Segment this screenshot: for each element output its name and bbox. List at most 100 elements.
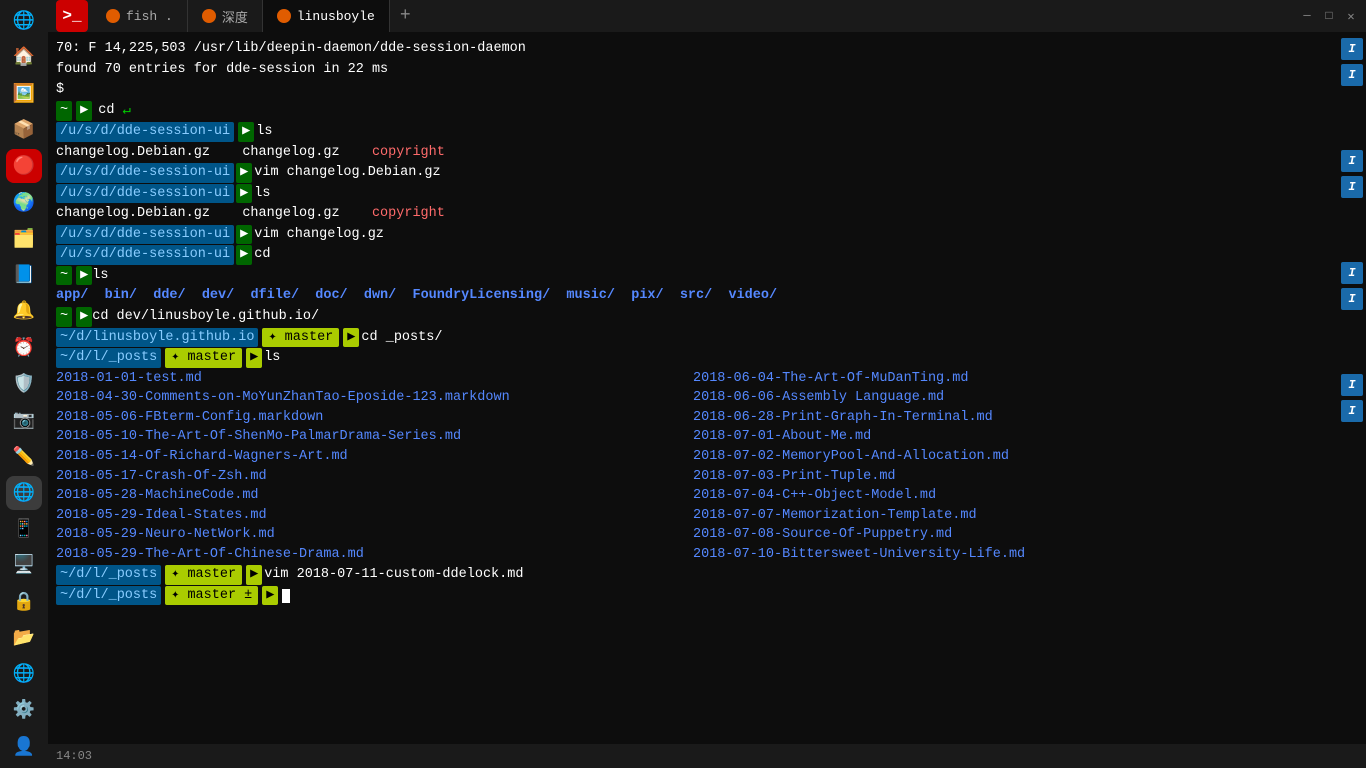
- i-button-6[interactable]: I: [1341, 288, 1363, 310]
- i-button-2[interactable]: I: [1341, 64, 1363, 86]
- sidebar-icon-19[interactable]: 🌐: [6, 657, 42, 691]
- prompt-path-5: /u/s/d/dde-session-ui: [56, 245, 234, 265]
- dir-dev: dev/: [202, 286, 234, 306]
- file-row-r5: 2018-07-02-MemoryPool-And-Allocation.md: [693, 447, 1330, 467]
- sidebar-icon-17[interactable]: 🔒: [6, 585, 42, 619]
- prompt-arrow-10: ▶: [246, 565, 262, 585]
- restore-button[interactable]: □: [1322, 9, 1336, 23]
- prompt-line-ls1: /u/s/d/dde-session-ui ▶ ls: [56, 122, 1330, 142]
- dir-app: app/: [56, 286, 88, 306]
- sidebar-icon-18[interactable]: 📂: [6, 621, 42, 655]
- file-row-r3: 2018-06-28-Print-Graph-In-Terminal.md: [693, 408, 1330, 428]
- enter-icon: ↵: [122, 101, 130, 121]
- i-button-3[interactable]: I: [1341, 150, 1363, 172]
- terminal-window: 70: F 14,225,503 /usr/lib/deepin-daemon/…: [48, 32, 1366, 744]
- dir-listing-line: app/ bin/ dde/ dev/ dfile/ doc/ dwn/ Fou…: [56, 286, 1330, 306]
- tab-linusboyle[interactable]: linusboyle: [263, 0, 390, 32]
- prompt-arrow-9: ▶: [246, 348, 262, 368]
- cmd-vim1: vim changelog.Debian.gz: [254, 163, 440, 183]
- prompt-path-final: ~/d/l/_posts: [56, 586, 161, 606]
- prompt-path-posts2: ~/d/l/_posts: [56, 565, 161, 585]
- ls-output-2: changelog.Debian.gz changelog.gz copyrig…: [56, 204, 1330, 224]
- prompt-tilde-1: ~: [56, 101, 72, 121]
- terminal-app-icon[interactable]: >_: [56, 0, 88, 32]
- i-button-1[interactable]: I: [1341, 38, 1363, 60]
- file-row-r6: 2018-07-03-Print-Tuple.md: [693, 467, 1330, 487]
- output-text-2: found 70 entries for dde-session in 22 m…: [56, 60, 388, 80]
- prompt-line-vim2: /u/s/d/dde-session-ui ▶ vim changelog.gz: [56, 225, 1330, 245]
- sidebar-icon-13[interactable]: ✏️: [6, 439, 42, 473]
- sidebar-icon-7[interactable]: 🗂️: [6, 222, 42, 256]
- cmd-ls-posts: ls: [264, 348, 280, 368]
- close-button[interactable]: ✕: [1344, 9, 1358, 23]
- sidebar-icon-21[interactable]: 👤: [6, 730, 42, 764]
- prompt-line-vim1: /u/s/d/dde-session-ui ▶ vim changelog.De…: [56, 163, 1330, 183]
- tab-shendu[interactable]: 深度: [188, 0, 263, 32]
- file-list: 2018-01-01-test.md 2018-04-30-Comments-o…: [56, 369, 1330, 565]
- terminal-output[interactable]: 70: F 14,225,503 /usr/lib/deepin-daemon/…: [48, 32, 1338, 744]
- file-row-10: 2018-05-29-The-Art-Of-Chinese-Drama.md: [56, 545, 693, 565]
- dollar-prompt: $: [56, 80, 64, 100]
- prompt-line-master2: ~/d/l/_posts ✦ master ▶ ls: [56, 348, 1330, 368]
- file-row-r7: 2018-07-04-C++-Object-Model.md: [693, 486, 1330, 506]
- file-row-6: 2018-05-17-Crash-Of-Zsh.md: [56, 467, 693, 487]
- cmd-vim2: vim changelog.gz: [254, 225, 384, 245]
- sidebar-icon-16[interactable]: 🖥️: [6, 548, 42, 582]
- sidebar-icon-9[interactable]: 🔔: [6, 294, 42, 328]
- sidebar-icon-20[interactable]: ⚙️: [6, 693, 42, 727]
- tab-bar: >_ fish . 深度 linusboyle + ─ □ ✕: [48, 0, 1366, 32]
- cmd-cd3: cd dev/linusboyle.github.io/: [92, 307, 319, 327]
- prompt-arrow-6: ▶: [76, 266, 92, 286]
- file-copyright-2: copyright: [372, 204, 445, 224]
- prompt-line-vim3: ~/d/l/_posts ✦ master ▶ vim 2018-07-11-c…: [56, 565, 1330, 585]
- cursor-block: [282, 589, 290, 603]
- add-tab-button[interactable]: +: [390, 6, 421, 26]
- file-row-1: 2018-01-01-test.md: [56, 369, 693, 389]
- prompt-path-3: /u/s/d/dde-session-ui: [56, 184, 234, 204]
- prompt-arrow-5: ▶: [236, 245, 252, 265]
- sidebar-icon-2[interactable]: 🏠: [6, 40, 42, 74]
- prompt-line-final: ~/d/l/_posts ✦ master ± ▶: [56, 586, 1330, 606]
- file-row-9: 2018-05-29-Neuro-NetWork.md: [56, 525, 693, 545]
- sidebar-icon-10[interactable]: ⏰: [6, 331, 42, 365]
- sidebar: 🌐 🏠 🖼️ 📦 🔴 🌍 🗂️ 📘 🔔 ⏰ 🛡️ 📷 ✏️ 🌐 📱 🖥️ 🔒 📂…: [0, 0, 48, 768]
- sidebar-icon-1[interactable]: 🌐: [6, 4, 42, 38]
- prompt-branch-final: ✦ master ±: [165, 586, 258, 606]
- i-button-8[interactable]: I: [1341, 400, 1363, 422]
- window-controls: ─ □ ✕: [1300, 9, 1358, 23]
- cmd-cd2: cd: [254, 245, 270, 265]
- sidebar-icon-12[interactable]: 📷: [6, 403, 42, 437]
- prompt-arrow-1: ▶: [238, 122, 254, 142]
- i-button-4[interactable]: I: [1341, 176, 1363, 198]
- sidebar-icon-3[interactable]: 🖼️: [6, 77, 42, 111]
- file-list-right: 2018-06-04-The-Art-Of-MuDanTing.md 2018-…: [693, 369, 1330, 565]
- status-time: 14:03: [56, 749, 92, 763]
- cmd-ls2: ls: [254, 184, 270, 204]
- file-row-4: 2018-05-10-The-Art-Of-ShenMo-PalmarDrama…: [56, 427, 693, 447]
- file-row-r9: 2018-07-08-Source-Of-Puppetry.md: [693, 525, 1330, 545]
- dir-src: src/: [680, 286, 712, 306]
- sidebar-icon-5[interactable]: 🔴: [6, 149, 42, 183]
- prompt-path-2: /u/s/d/dde-session-ui: [56, 163, 234, 183]
- sidebar-icon-14[interactable]: 🌐: [6, 476, 42, 510]
- dir-dfile: dfile/: [250, 286, 299, 306]
- prompt-tilde-3: ~: [56, 307, 72, 327]
- file-2: changelog.Debian.gz changelog.gz: [56, 204, 372, 224]
- file-row-r10: 2018-07-10-Bittersweet-University-Life.m…: [693, 545, 1330, 565]
- file-list-left: 2018-01-01-test.md 2018-04-30-Comments-o…: [56, 369, 693, 565]
- file-row-r2: 2018-06-06-Assembly Language.md: [693, 388, 1330, 408]
- prompt-line-master1: ~/d/linusboyle.github.io ✦ master ▶ cd _…: [56, 328, 1330, 348]
- tab-fish[interactable]: fish .: [92, 0, 188, 32]
- sidebar-icon-11[interactable]: 🛡️: [6, 367, 42, 401]
- sidebar-icon-4[interactable]: 📦: [6, 113, 42, 147]
- sidebar-icon-6[interactable]: 🌍: [6, 185, 42, 219]
- sidebar-icon-15[interactable]: 📱: [6, 512, 42, 546]
- minimize-button[interactable]: ─: [1300, 9, 1314, 23]
- i-button-5[interactable]: I: [1341, 262, 1363, 284]
- ls-output-1: changelog.Debian.gz changelog.gz copyrig…: [56, 143, 1330, 163]
- prompt-arrow-3: ▶: [236, 184, 252, 204]
- dir-dwn: dwn/: [364, 286, 396, 306]
- sidebar-icon-8[interactable]: 📘: [6, 258, 42, 292]
- prompt-line-cd3: ~ ▶ cd dev/linusboyle.github.io/: [56, 307, 1330, 327]
- i-button-7[interactable]: I: [1341, 374, 1363, 396]
